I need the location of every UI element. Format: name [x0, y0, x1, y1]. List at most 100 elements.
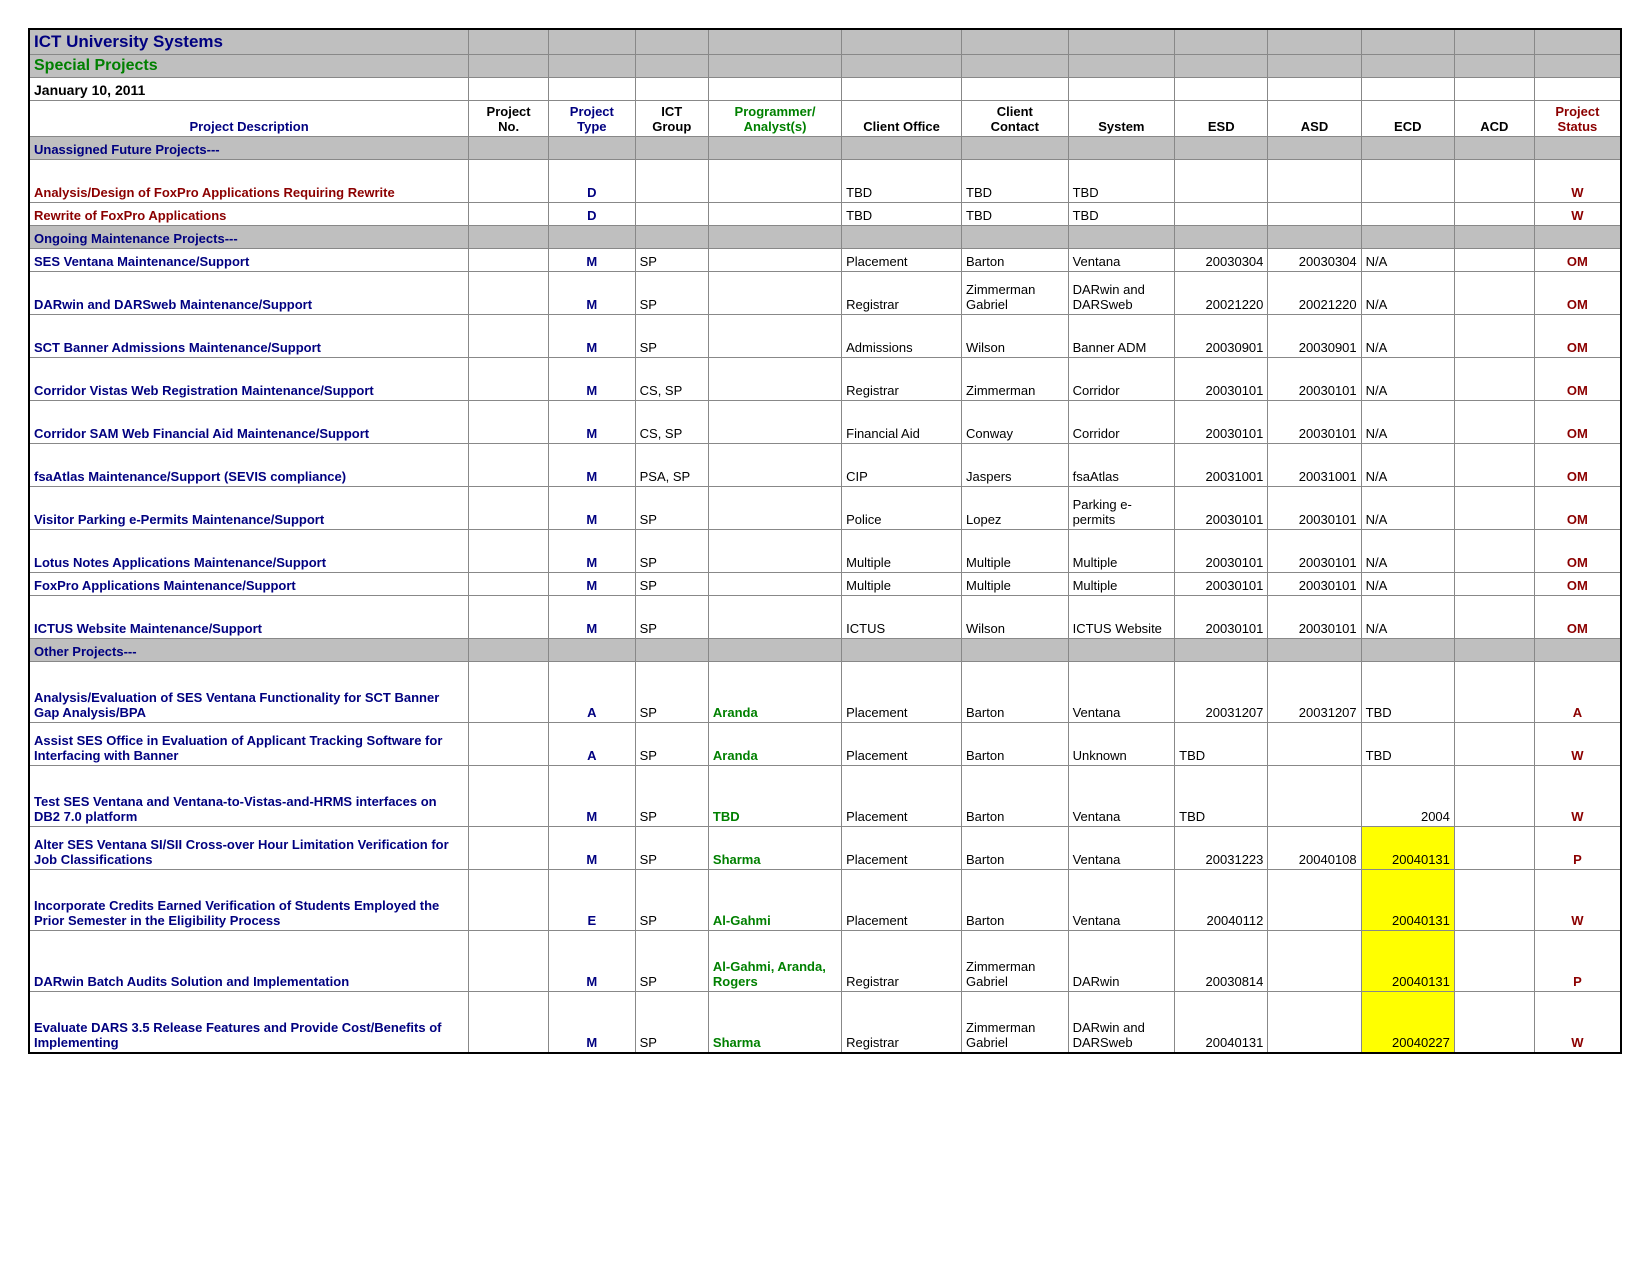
analyst: [708, 315, 841, 358]
client-contact: Barton: [962, 870, 1069, 931]
system: Multiple: [1068, 530, 1175, 573]
client-contact: Multiple: [962, 573, 1069, 596]
project-type: M: [549, 315, 636, 358]
project-status: W: [1534, 160, 1621, 203]
section-header: Unassigned Future Projects---: [29, 137, 469, 160]
ecd: 20040131: [1361, 870, 1454, 931]
project-description: Visitor Parking e-Permits Maintenance/Su…: [29, 487, 469, 530]
column-header: ProjectNo.: [469, 101, 549, 137]
client-contact: Zimmerman Gabriel: [962, 992, 1069, 1054]
project-description: Alter SES Ventana SI/SII Cross-over Hour…: [29, 827, 469, 870]
acd: [1454, 827, 1534, 870]
client-contact: Zimmerman: [962, 358, 1069, 401]
ecd: N/A: [1361, 358, 1454, 401]
ict-group: CS, SP: [635, 401, 708, 444]
client-office: Multiple: [842, 530, 962, 573]
asd: 20030304: [1268, 249, 1361, 272]
client-office: Admissions: [842, 315, 962, 358]
project-status: OM: [1534, 401, 1621, 444]
ict-group: [635, 203, 708, 226]
project-status: OM: [1534, 358, 1621, 401]
project-description: Incorporate Credits Earned Verification …: [29, 870, 469, 931]
report-title: Special Projects: [29, 55, 469, 78]
system: Ventana: [1068, 249, 1175, 272]
project-type: D: [549, 203, 636, 226]
project-description: DARwin Batch Audits Solution and Impleme…: [29, 931, 469, 992]
project-type: M: [549, 487, 636, 530]
column-header: ASD: [1268, 101, 1361, 137]
system: TBD: [1068, 203, 1175, 226]
acd: [1454, 160, 1534, 203]
analyst: [708, 249, 841, 272]
ict-group: SP: [635, 870, 708, 931]
acd: [1454, 662, 1534, 723]
ict-group: SP: [635, 249, 708, 272]
ict-group: PSA, SP: [635, 444, 708, 487]
client-contact: Barton: [962, 723, 1069, 766]
analyst: [708, 573, 841, 596]
system: DARwin: [1068, 931, 1175, 992]
project-type: M: [549, 358, 636, 401]
analyst: TBD: [708, 766, 841, 827]
system: Multiple: [1068, 573, 1175, 596]
column-header: ProjectType: [549, 101, 636, 137]
ict-group: SP: [635, 315, 708, 358]
project-description: SCT Banner Admissions Maintenance/Suppor…: [29, 315, 469, 358]
project-type: M: [549, 766, 636, 827]
analyst: [708, 272, 841, 315]
ecd: N/A: [1361, 444, 1454, 487]
ict-group: SP: [635, 487, 708, 530]
project-status: W: [1534, 203, 1621, 226]
client-office: Registrar: [842, 931, 962, 992]
asd: [1268, 992, 1361, 1054]
client-office: Placement: [842, 723, 962, 766]
column-header: ClientContact: [962, 101, 1069, 137]
client-office: Financial Aid: [842, 401, 962, 444]
asd: 20040108: [1268, 827, 1361, 870]
client-contact: Conway: [962, 401, 1069, 444]
client-office: Multiple: [842, 573, 962, 596]
system: Ventana: [1068, 662, 1175, 723]
asd: [1268, 723, 1361, 766]
column-header: ProjectStatus: [1534, 101, 1621, 137]
esd: 20031207: [1175, 662, 1268, 723]
analyst: [708, 401, 841, 444]
client-office: Registrar: [842, 992, 962, 1054]
asd: [1268, 766, 1361, 827]
analyst: Aranda: [708, 723, 841, 766]
project-description: Test SES Ventana and Ventana-to-Vistas-a…: [29, 766, 469, 827]
ecd: N/A: [1361, 249, 1454, 272]
project-type: M: [549, 444, 636, 487]
client-contact: Barton: [962, 827, 1069, 870]
client-office: Placement: [842, 870, 962, 931]
ecd: N/A: [1361, 401, 1454, 444]
project-status: OM: [1534, 487, 1621, 530]
ecd: TBD: [1361, 723, 1454, 766]
ict-group: SP: [635, 662, 708, 723]
project-description: FoxPro Applications Maintenance/Support: [29, 573, 469, 596]
client-contact: Multiple: [962, 530, 1069, 573]
asd: [1268, 203, 1361, 226]
project-type: M: [549, 272, 636, 315]
report-date: January 10, 2011: [29, 78, 469, 101]
project-status: W: [1534, 992, 1621, 1054]
system: ICTUS Website: [1068, 596, 1175, 639]
project-type: M: [549, 249, 636, 272]
esd: [1175, 203, 1268, 226]
project-description: Evaluate DARS 3.5 Release Features and P…: [29, 992, 469, 1054]
project-type: E: [549, 870, 636, 931]
asd: 20030101: [1268, 358, 1361, 401]
acd: [1454, 203, 1534, 226]
project-type: M: [549, 827, 636, 870]
system: DARwin and DARSweb: [1068, 272, 1175, 315]
system: Corridor: [1068, 401, 1175, 444]
asd: 20030101: [1268, 530, 1361, 573]
ecd: N/A: [1361, 315, 1454, 358]
acd: [1454, 931, 1534, 992]
client-office: Placement: [842, 827, 962, 870]
esd: 20030101: [1175, 530, 1268, 573]
client-office: Police: [842, 487, 962, 530]
ecd: 20040227: [1361, 992, 1454, 1054]
esd: [1175, 160, 1268, 203]
analyst: [708, 160, 841, 203]
